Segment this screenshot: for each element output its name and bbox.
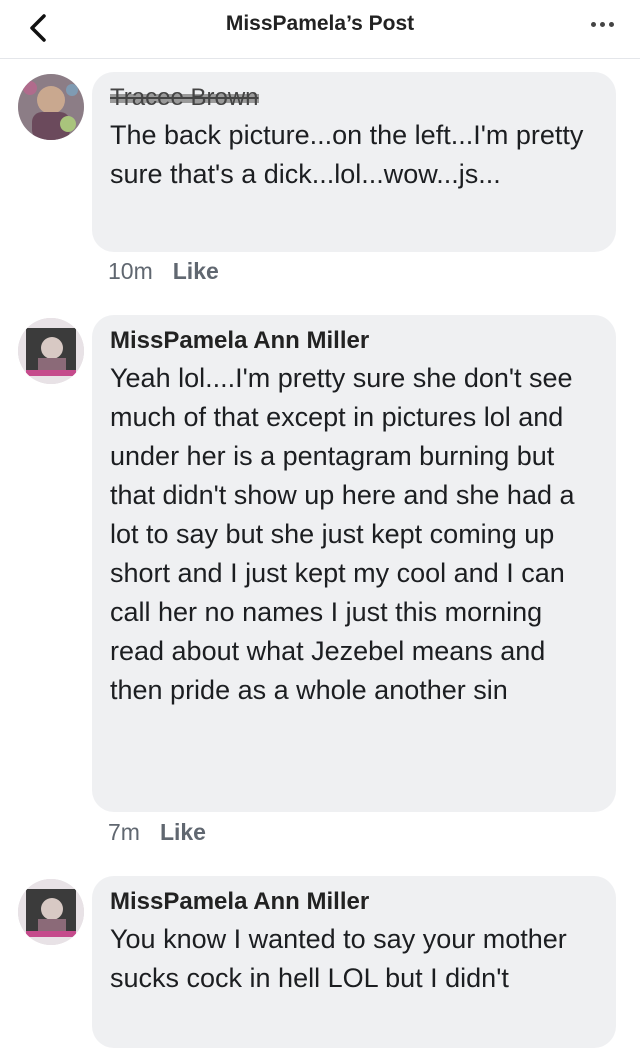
avatar[interactable]: [18, 879, 84, 945]
page-title: MissPamela’s Post: [225, 12, 415, 35]
avatar-photo: [18, 318, 84, 384]
comment-author[interactable]: Tracee Brown: [110, 84, 259, 112]
comment-1: Tracee Brown The back picture...on the l…: [0, 70, 640, 300]
comment-text: Yeah lol....I'm pretty sure she don't se…: [110, 363, 575, 705]
comment-time[interactable]: 7m: [108, 819, 140, 846]
comment-author[interactable]: MissPamela Ann Miller: [110, 327, 598, 355]
more-dot: [599, 21, 605, 27]
comment-3: MissPamela Ann Miller You know I wanted …: [0, 876, 640, 1054]
comment-bubble: Tracee Brown The back picture...on the l…: [92, 72, 616, 252]
avatar-photo: [18, 879, 84, 945]
more-dots-icon: [590, 21, 596, 27]
comment-author[interactable]: MissPamela Ann Miller: [110, 888, 598, 916]
like-button[interactable]: Like: [173, 258, 219, 285]
more-options-button[interactable]: [582, 8, 622, 40]
comment-bubble: MissPamela Ann Miller You know I wanted …: [92, 876, 616, 1048]
more-dot: [608, 21, 614, 27]
comment-2: MissPamela Ann Miller Yeah lol....I'm pr…: [0, 315, 640, 855]
comment-time[interactable]: 10m: [108, 258, 153, 285]
post-header: MissPamela’s Post: [0, 0, 640, 59]
comment-text: You know I wanted to say your mother suc…: [110, 924, 567, 993]
avatar[interactable]: [18, 74, 84, 140]
comment-text: The back picture...on the left...I'm pre…: [110, 120, 584, 189]
avatar[interactable]: [18, 318, 84, 384]
comment-bubble: MissPamela Ann Miller Yeah lol....I'm pr…: [92, 315, 616, 812]
comment-meta: 7m Like: [108, 819, 206, 846]
comment-meta: 10m Like: [108, 258, 219, 285]
like-button[interactable]: Like: [160, 819, 206, 846]
avatar-photo: [18, 74, 84, 140]
